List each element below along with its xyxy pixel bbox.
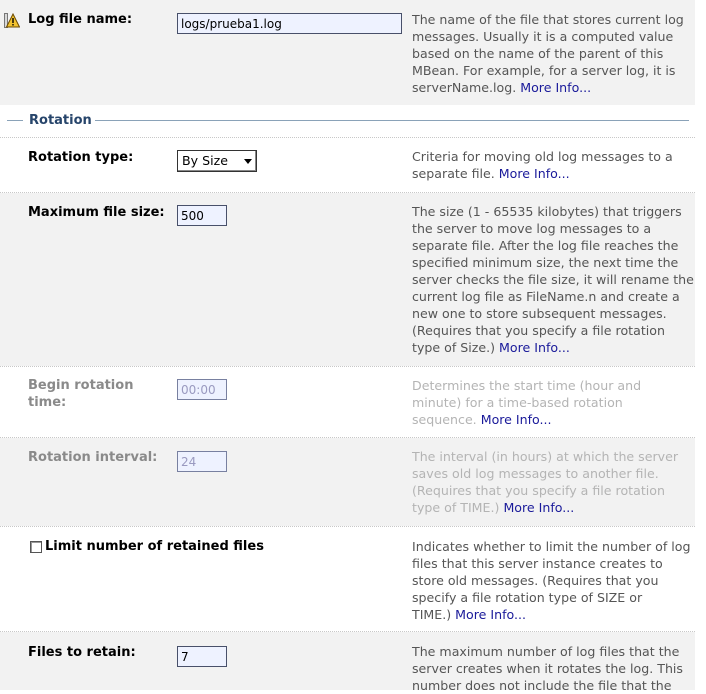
dropdown-arrow-icon — [244, 159, 252, 164]
rotation-type-selected-value: By Size — [182, 153, 228, 168]
files-to-retain-description-text: The maximum number of log files that the… — [412, 644, 683, 693]
max-file-size-more-info-link[interactable]: More Info... — [499, 340, 570, 355]
max-file-size-description: The size (1 - 65535 kilobytes) that trig… — [412, 203, 694, 356]
rotation-interval-more-info-link[interactable]: More Info... — [503, 500, 574, 515]
rotation-interval-label: Rotation interval: — [28, 450, 158, 465]
begin-rotation-time-description: Determines the start time (hour and minu… — [412, 377, 694, 428]
limit-retained-files-label[interactable]: Limit number of retained files — [45, 538, 264, 555]
section-divider-right — [95, 120, 689, 121]
row-limit-retained-files: Limit number of retained files Indicates… — [0, 527, 695, 631]
rotation-type-description: Criteria for moving old log messages to … — [412, 148, 694, 182]
row-files-to-retain: Files to retain: The maximum number of l… — [0, 632, 695, 693]
row-rotation-interval: Rotation interval: The interval (in hour… — [0, 438, 695, 526]
max-file-size-label: Maximum file size: — [28, 205, 165, 220]
rotation-type-label: Rotation type: — [28, 150, 134, 165]
begin-rotation-time-input[interactable] — [177, 379, 227, 400]
max-file-size-input[interactable] — [177, 205, 227, 226]
rotation-interval-input[interactable] — [177, 451, 227, 472]
files-to-retain-input[interactable] — [177, 646, 227, 667]
max-file-size-description-text: The size (1 - 65535 kilobytes) that trig… — [412, 204, 694, 355]
limit-retained-files-description-text: Indicates whether to limit the number of… — [412, 539, 691, 622]
begin-rotation-time-label: Begin rotation time: — [28, 378, 134, 410]
section-title-rotation: Rotation — [29, 113, 92, 128]
section-divider-left — [7, 120, 23, 121]
rotation-type-more-info-link[interactable]: More Info... — [499, 166, 570, 181]
rotation-type-select[interactable]: By Size — [177, 150, 257, 172]
log-file-name-more-info-link[interactable]: More Info... — [520, 80, 591, 95]
files-to-retain-label: Files to retain: — [28, 645, 136, 660]
log-file-name-input[interactable] — [177, 13, 402, 34]
rotation-interval-description: The interval (in hours) at which the ser… — [412, 448, 694, 516]
row-begin-rotation-time: Begin rotation time: Determines the star… — [0, 367, 695, 437]
limit-retained-files-more-info-link[interactable]: More Info... — [455, 607, 526, 622]
begin-rotation-time-more-info-link[interactable]: More Info... — [481, 412, 552, 427]
limit-retained-files-checkbox[interactable] — [30, 541, 42, 553]
log-file-name-label: Log file name: — [28, 12, 133, 27]
warning-icon — [4, 13, 20, 28]
limit-retained-files-description: Indicates whether to limit the number of… — [412, 538, 694, 623]
row-log-file-name: Log file name: The name of the file that… — [0, 0, 695, 105]
files-to-retain-description: The maximum number of log files that the… — [412, 643, 694, 694]
log-file-name-description: The name of the file that stores current… — [412, 11, 694, 96]
row-rotation-type: Rotation type: By Size Criteria for movi… — [0, 138, 695, 192]
row-max-file-size: Maximum file size: The size (1 - 65535 k… — [0, 193, 695, 366]
